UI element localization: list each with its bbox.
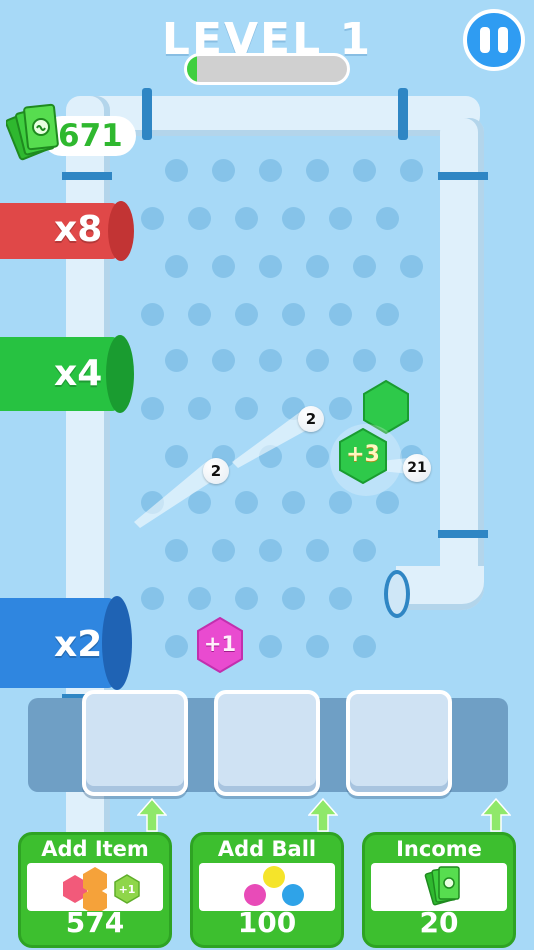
upgrade-arrow-icon	[308, 798, 338, 832]
cannon-multiplier-label: x8	[54, 209, 103, 250]
add-item-icon-area: +1	[27, 863, 163, 915]
hexagon-items-icon: +1	[63, 867, 140, 915]
money-value: 671	[58, 118, 123, 154]
pickup-bonus-label: +1	[203, 632, 237, 656]
add-ball-cost: 100	[237, 906, 297, 939]
cash-stack-icon	[424, 866, 460, 906]
item-slot-2[interactable]	[214, 690, 320, 796]
income-title: Income	[396, 837, 482, 861]
income-cost: 20	[419, 906, 459, 939]
add-item-button[interactable]: Add Item +1 574	[18, 832, 172, 948]
colored-balls-icon	[244, 866, 304, 906]
svg-text:+1: +1	[119, 883, 136, 896]
cannon-multiplier-label: x4	[54, 353, 103, 394]
income-icon-area	[371, 863, 507, 911]
cannon-x4: x4	[0, 335, 134, 413]
cash-stack-icon	[6, 103, 59, 161]
cannon-x2: x2	[0, 596, 132, 690]
add-ball-button[interactable]: Add Ball 100	[190, 832, 344, 948]
upgrade-arrow-icon	[481, 798, 511, 832]
item-slot-1[interactable]	[82, 690, 188, 796]
ball: 2	[203, 458, 229, 484]
ball: 21	[403, 454, 431, 482]
add-ball-icon-area	[199, 863, 335, 911]
cannon-multiplier-label: x2	[54, 624, 103, 665]
add-item-title: Add Item	[41, 837, 149, 861]
cannon-x8: x8	[0, 201, 134, 261]
add-ball-title: Add Ball	[217, 837, 317, 861]
add-item-cost: 574	[65, 906, 125, 939]
income-button[interactable]: Income 20	[362, 832, 516, 948]
ball: 2	[298, 406, 324, 432]
pickup-bonus-label: +3	[346, 442, 380, 467]
upgrade-arrow-icon	[137, 798, 167, 832]
item-slot-3[interactable]	[346, 690, 452, 796]
